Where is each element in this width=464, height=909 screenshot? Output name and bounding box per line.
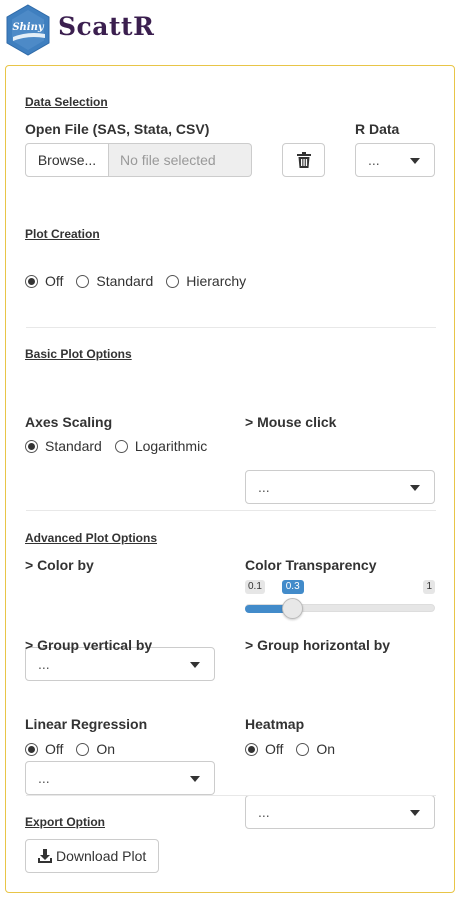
radio-label: On: [96, 741, 116, 757]
file-name-field[interactable]: No file selected: [109, 143, 252, 177]
radio-heatmap-on[interactable]: On: [296, 741, 335, 757]
radio-icon[interactable]: [25, 439, 38, 453]
axes-scaling-radio-group: Standard Logarithmic: [25, 438, 220, 454]
shiny-logo: Shiny: [6, 4, 50, 56]
linear-regression-radio-group: Off On: [25, 741, 128, 757]
open-file-label: Open File (SAS, Stata, CSV): [25, 121, 210, 137]
mouse-click-selected: ...: [258, 479, 270, 495]
radio-icon[interactable]: [76, 742, 90, 756]
radio-label: Logarithmic: [134, 438, 208, 454]
app-header: Shiny ScattR: [5, 4, 459, 58]
slider-min: 0.1: [245, 580, 265, 594]
slider-value: 0.3: [281, 580, 304, 594]
radio-heatmap-off[interactable]: Off: [245, 741, 283, 757]
chevron-down-icon: [410, 810, 420, 816]
radio-label: Off: [265, 741, 284, 757]
download-icon: [38, 849, 52, 863]
mouse-click-select[interactable]: ...: [245, 470, 435, 504]
file-input-group: Browse... No file selected: [25, 143, 252, 177]
mouse-click-label: > Mouse click: [245, 414, 337, 430]
radio-icon[interactable]: [296, 742, 310, 756]
group-horizontal-selected: ...: [258, 804, 270, 820]
trash-icon: [296, 152, 311, 168]
download-plot-button[interactable]: Download Plot: [25, 839, 160, 873]
export-option-title: Export Option: [25, 815, 105, 829]
radio-icon[interactable]: [76, 274, 90, 288]
radio-label: Standard: [45, 438, 102, 454]
plot-creation-radio-group: Off Standard Hierarchy: [25, 273, 259, 289]
group-vertical-select[interactable]: ...: [25, 761, 215, 795]
slider-max: 1: [423, 580, 435, 594]
color-by-label: > Color by: [25, 557, 94, 573]
transparency-label: Color Transparency: [245, 557, 377, 573]
radio-icon[interactable]: [25, 274, 38, 288]
r-data-select[interactable]: ...: [355, 143, 435, 177]
basic-options-title: Basic Plot Options: [25, 347, 132, 361]
sidebar-panel: Data Selection Open File (SAS, Stata, CS…: [5, 65, 455, 893]
plot-creation-title: Plot Creation: [25, 227, 100, 241]
radio-regression-on[interactable]: On: [76, 741, 115, 757]
radio-icon[interactable]: [166, 274, 180, 288]
app-title: ScattR: [58, 12, 155, 41]
axes-scaling-label: Axes Scaling: [25, 414, 113, 430]
chevron-down-icon: [190, 776, 200, 782]
radio-plot-off[interactable]: Off: [25, 273, 63, 289]
chevron-down-icon: [410, 485, 420, 491]
logo-text: Shiny: [12, 22, 45, 33]
radio-plot-hierarchy[interactable]: Hierarchy: [166, 273, 246, 289]
radio-icon[interactable]: [25, 742, 38, 756]
radio-plot-standard[interactable]: Standard: [76, 273, 153, 289]
heatmap-radio-group: Off On: [245, 741, 348, 757]
group-vertical-selected: ...: [38, 770, 50, 786]
color-by-selected: ...: [38, 656, 50, 672]
radio-label: On: [316, 741, 336, 757]
advanced-options-title: Advanced Plot Options: [25, 531, 158, 545]
browse-button[interactable]: Browse...: [25, 143, 109, 177]
r-data-selected: ...: [368, 152, 380, 168]
transparency-slider[interactable]: 0.1 1 0.3: [245, 578, 435, 619]
group-horizontal-label: > Group horizontal by: [245, 637, 391, 653]
linear-regression-label: Linear Regression: [25, 716, 148, 732]
radio-icon[interactable]: [114, 439, 128, 453]
radio-regression-off[interactable]: Off: [25, 741, 63, 757]
radio-axes-logarithmic[interactable]: Logarithmic: [114, 438, 208, 454]
r-data-label: R Data: [355, 121, 400, 137]
radio-label: Standard: [96, 273, 154, 289]
group-vertical-label: > Group vertical by: [25, 637, 153, 653]
radio-icon[interactable]: [245, 742, 258, 756]
slider-handle[interactable]: [282, 598, 304, 619]
radio-label: Hierarchy: [186, 273, 247, 289]
chevron-down-icon: [410, 158, 420, 164]
divider: [26, 795, 436, 796]
divider: [26, 327, 436, 328]
radio-label: Off: [45, 741, 64, 757]
download-label: Download Plot: [56, 848, 147, 864]
chevron-down-icon: [190, 662, 200, 668]
delete-file-button[interactable]: [282, 143, 325, 177]
heatmap-label: Heatmap: [245, 716, 305, 732]
divider: [26, 510, 436, 511]
group-horizontal-select[interactable]: ...: [245, 795, 435, 829]
radio-axes-standard[interactable]: Standard: [25, 438, 102, 454]
radio-label: Off: [45, 273, 64, 289]
data-selection-title: Data Selection: [25, 95, 108, 109]
